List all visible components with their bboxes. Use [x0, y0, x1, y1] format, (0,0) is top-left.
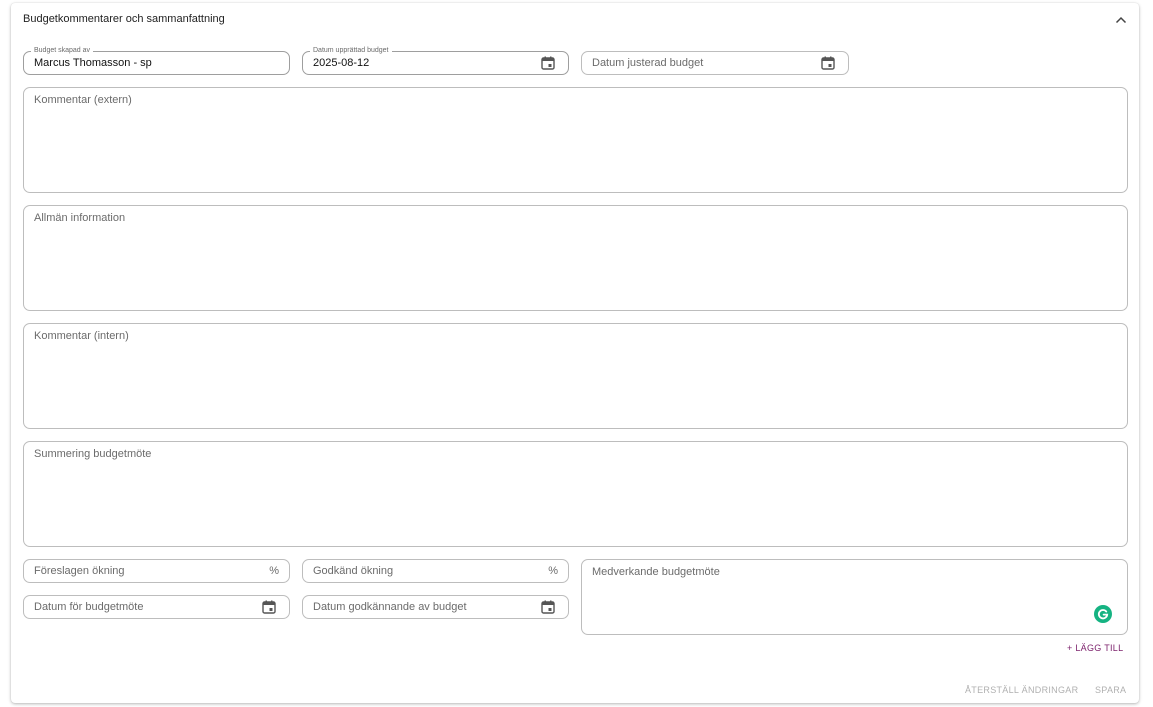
meeting-date-placeholder: Datum för budgetmöte [34, 601, 144, 613]
general-info-placeholder: Allmän information [34, 212, 126, 224]
reset-changes-button[interactable]: ÅTERSTÄLL ÄNDRINGAR [965, 685, 1078, 695]
grammarly-icon[interactable] [1094, 605, 1112, 623]
general-info-textarea[interactable]: Allmän information [23, 205, 1128, 311]
comment-internal-textarea[interactable]: Kommentar (intern) [23, 323, 1128, 429]
approval-date-placeholder: Datum godkännande av budget [313, 601, 467, 613]
created-by-field[interactable]: Budget skapad av Marcus Thomasson - sp [23, 47, 290, 75]
calendar-icon[interactable] [262, 600, 276, 614]
meeting-summary-textarea[interactable]: Summering budgetmöte [23, 441, 1128, 547]
date-prepared-label: Datum upprättad budget [310, 47, 392, 55]
created-by-label: Budget skapad av [31, 47, 94, 55]
approved-increase-field[interactable]: Godkänd ökning % [302, 559, 569, 583]
proposed-increase-field[interactable]: Föreslagen ökning % [23, 559, 290, 583]
grammarly-g-icon [1097, 609, 1109, 620]
date-prepared-value: 2025-08-12 [313, 57, 370, 69]
meeting-summary-placeholder: Summering budgetmöte [34, 448, 152, 460]
calendar-icon[interactable] [541, 600, 555, 614]
calendar-icon[interactable] [541, 56, 555, 70]
section-title: Budgetkommentarer och sammanfattning [23, 13, 225, 25]
meeting-participants-textarea[interactable]: Medverkande budgetmöte [581, 559, 1128, 635]
add-button[interactable]: + LÄGG TILL [1067, 643, 1123, 653]
date-adjusted-field[interactable]: Datum justerad budget [581, 51, 849, 75]
approved-increase-placeholder: Godkänd ökning [313, 565, 394, 577]
calendar-icon[interactable] [821, 56, 835, 70]
chevron-up-icon [1115, 16, 1127, 24]
save-button[interactable]: SPARA [1095, 685, 1126, 695]
proposed-increase-placeholder: Föreslagen ökning [34, 565, 125, 577]
meeting-participants-placeholder: Medverkande budgetmöte [592, 566, 720, 578]
comment-internal-placeholder: Kommentar (intern) [34, 330, 129, 342]
percent-suffix: % [548, 565, 558, 577]
date-prepared-field[interactable]: Datum upprättad budget 2025-08-12 [302, 47, 569, 75]
approval-date-field[interactable]: Datum godkännande av budget [302, 595, 569, 619]
budget-comments-card: Budgetkommentarer och sammanfattning Bud… [11, 3, 1139, 703]
comment-external-placeholder: Kommentar (extern) [34, 94, 132, 106]
date-adjusted-placeholder: Datum justerad budget [592, 57, 704, 69]
created-by-value: Marcus Thomasson - sp [34, 57, 152, 69]
percent-suffix: % [269, 565, 279, 577]
comment-external-textarea[interactable]: Kommentar (extern) [23, 87, 1128, 193]
collapse-button[interactable] [1111, 11, 1131, 29]
meeting-date-field[interactable]: Datum för budgetmöte [23, 595, 290, 619]
